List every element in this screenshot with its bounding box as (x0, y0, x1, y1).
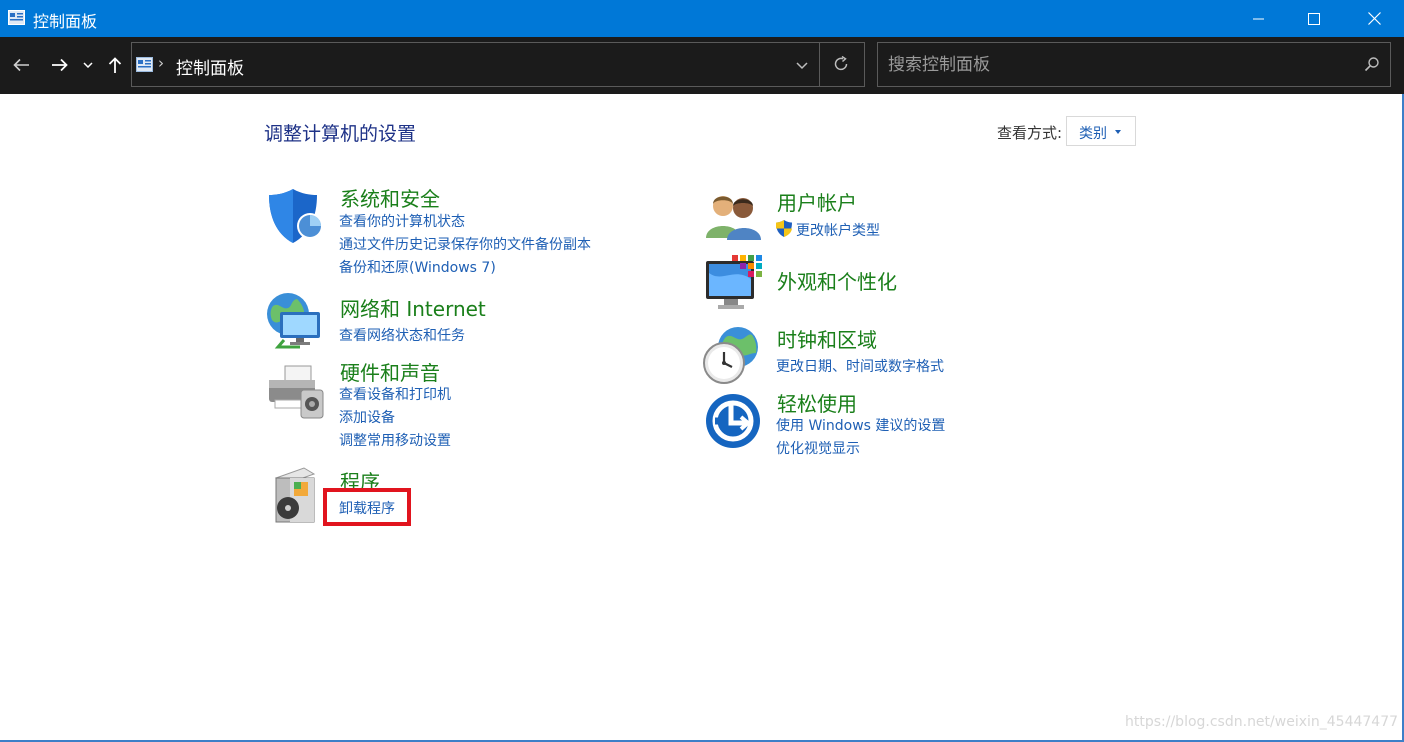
link-mobility-settings[interactable]: 调整常用移动设置 (339, 430, 451, 450)
link-backup-restore[interactable]: 备份和还原(Windows 7) (339, 257, 496, 277)
arrow-right-icon (51, 58, 68, 72)
view-by-dropdown[interactable]: 类别 (1066, 116, 1136, 146)
up-button[interactable] (102, 51, 128, 79)
chevron-down-icon (83, 62, 93, 68)
link-change-account-type[interactable]: 更改帐户类型 (796, 220, 880, 240)
search-input[interactable] (888, 52, 1348, 78)
arrow-up-icon (108, 56, 122, 73)
control-panel-icon (8, 10, 25, 25)
navigation-bar: › 控制面板 (0, 37, 1404, 94)
ease-of-access-icon[interactable] (705, 393, 761, 449)
close-icon (1367, 12, 1381, 25)
view-by-label: 查看方式: (997, 124, 1063, 142)
minimize-button[interactable] (1235, 0, 1281, 37)
category-system-security[interactable]: 系统和安全 (340, 183, 440, 212)
recent-locations-button[interactable] (77, 51, 99, 79)
forward-button[interactable] (46, 51, 72, 79)
link-add-device[interactable]: 添加设备 (339, 407, 395, 427)
breadcrumb-separator-icon: › (158, 54, 164, 72)
maximize-icon (1308, 12, 1320, 25)
breadcrumb[interactable]: 控制面板 (176, 54, 244, 79)
watermark: https://blog.csdn.net/weixin_45447477 (1125, 714, 1399, 730)
search-icon[interactable] (1364, 56, 1380, 72)
monitor-palette-icon[interactable] (704, 253, 764, 313)
category-ease-of-access[interactable]: 轻松使用 (777, 388, 857, 417)
category-user-accounts[interactable]: 用户帐户 (777, 187, 857, 216)
printer-icon[interactable] (265, 364, 327, 420)
category-clock-region[interactable]: 时钟和区域 (777, 324, 877, 353)
close-button[interactable] (1351, 0, 1397, 37)
clock-globe-icon[interactable] (702, 325, 764, 385)
link-optimize-visual-display[interactable]: 优化视觉显示 (776, 438, 860, 458)
link-date-time-format[interactable]: 更改日期、时间或数字格式 (776, 356, 944, 376)
users-icon[interactable] (705, 192, 763, 240)
refresh-icon[interactable] (832, 55, 850, 73)
link-file-history-backup[interactable]: 通过文件历史记录保存你的文件备份副本 (339, 234, 591, 254)
network-globe-icon[interactable] (264, 290, 326, 350)
programs-icon[interactable] (270, 466, 324, 526)
category-appearance[interactable]: 外观和个性化 (777, 266, 897, 295)
search-box[interactable] (877, 42, 1391, 87)
maximize-button[interactable] (1291, 0, 1337, 37)
page-title: 调整计算机的设置 (264, 123, 417, 145)
title-bar: 控制面板 (0, 0, 1404, 37)
window-title: 控制面板 (33, 12, 98, 31)
link-windows-recommended-settings[interactable]: 使用 Windows 建议的设置 (776, 415, 945, 435)
category-network-internet[interactable]: 网络和 Internet (340, 293, 486, 322)
arrow-left-icon (12, 58, 29, 72)
shield-icon[interactable] (266, 186, 324, 246)
chevron-down-icon[interactable] (795, 56, 809, 74)
minimize-icon (1252, 18, 1264, 19)
divider (819, 43, 820, 86)
link-devices-printers[interactable]: 查看设备和打印机 (339, 384, 451, 404)
address-bar[interactable]: › 控制面板 (131, 42, 865, 87)
uac-shield-icon (776, 220, 792, 237)
view-by-value: 类别 (1079, 126, 1107, 142)
link-uninstall-program[interactable]: 卸载程序 (339, 498, 395, 518)
caret-down-icon (1115, 130, 1121, 134)
link-view-computer-status[interactable]: 查看你的计算机状态 (339, 211, 465, 231)
link-network-status[interactable]: 查看网络状态和任务 (339, 325, 465, 345)
control-panel-icon (136, 57, 153, 72)
back-button[interactable] (8, 51, 34, 79)
category-hardware-sound[interactable]: 硬件和声音 (340, 357, 440, 386)
